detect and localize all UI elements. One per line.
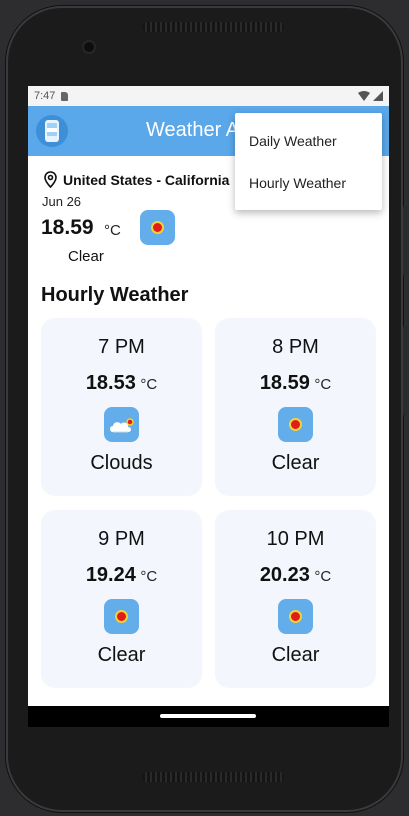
hourly-temperature-unit: °C [314, 376, 332, 393]
hourly-temperature-unit: °C [140, 568, 158, 585]
phone-weather-icon [45, 120, 59, 142]
hourly-condition: Clear [97, 644, 146, 666]
hourly-time: 9 PM [98, 528, 145, 550]
status-time: 7:47 [34, 90, 56, 102]
hourly-card[interactable]: 8 PM 18.59 °C Clear [215, 318, 376, 496]
overflow-menu: Daily Weather Hourly Weather [235, 113, 382, 210]
status-bar: 7:47 [28, 86, 389, 106]
current-condition: Clear [68, 248, 104, 265]
hourly-time: 7 PM [98, 336, 145, 358]
hourly-condition: Clear [271, 644, 320, 666]
menu-item-daily-weather[interactable]: Daily Weather [249, 133, 337, 149]
section-title: Hourly Weather [41, 284, 189, 306]
app-logo[interactable] [36, 115, 68, 147]
hourly-temperature: 18.53 [85, 372, 136, 394]
top-speaker-grille [142, 22, 284, 32]
hourly-temperature: 18.59 [259, 372, 310, 394]
sun-icon [278, 599, 313, 634]
current-date: Jun 26 [42, 194, 82, 209]
sun-icon [104, 599, 139, 634]
signal-icon [373, 91, 383, 101]
app-screen: 7:47 Weather A United States - Californi… [28, 86, 389, 727]
hourly-temperature-unit: °C [314, 568, 332, 585]
location-pin-icon [44, 171, 57, 188]
wifi-icon [358, 91, 370, 101]
hourly-card[interactable]: 7 PM 18.53 °C Clouds [41, 318, 202, 496]
front-camera [84, 42, 94, 52]
current-weather-sun-icon [140, 210, 175, 245]
current-temperature: 18.59 [41, 216, 94, 239]
hourly-temperature: 19.24 [85, 564, 136, 586]
app-title: Weather A [146, 119, 240, 141]
hourly-temperature-unit: °C [140, 376, 158, 393]
sun-icon [278, 407, 313, 442]
location-name: United States - California [63, 171, 230, 188]
hourly-card[interactable]: 10 PM 20.23 °C Clear [215, 510, 376, 688]
menu-item-hourly-weather[interactable]: Hourly Weather [249, 175, 346, 191]
cloud-icon [104, 407, 139, 442]
hourly-temperature: 20.23 [259, 564, 310, 586]
home-gesture-handle[interactable] [160, 714, 256, 718]
hourly-condition: Clouds [90, 452, 153, 474]
navigation-bar [28, 706, 389, 727]
sd-card-icon [61, 91, 69, 101]
location: United States - California [44, 171, 229, 188]
power-button[interactable] [403, 326, 407, 416]
hourly-card[interactable]: 9 PM 19.24 °C Clear [41, 510, 202, 688]
hourly-time: 8 PM [272, 336, 319, 358]
bottom-speaker-grille [142, 772, 284, 782]
hourly-time: 10 PM [266, 528, 325, 550]
current-temperature-unit: °C [104, 222, 121, 239]
hourly-condition: Clear [271, 452, 320, 474]
volume-button[interactable] [403, 206, 407, 276]
